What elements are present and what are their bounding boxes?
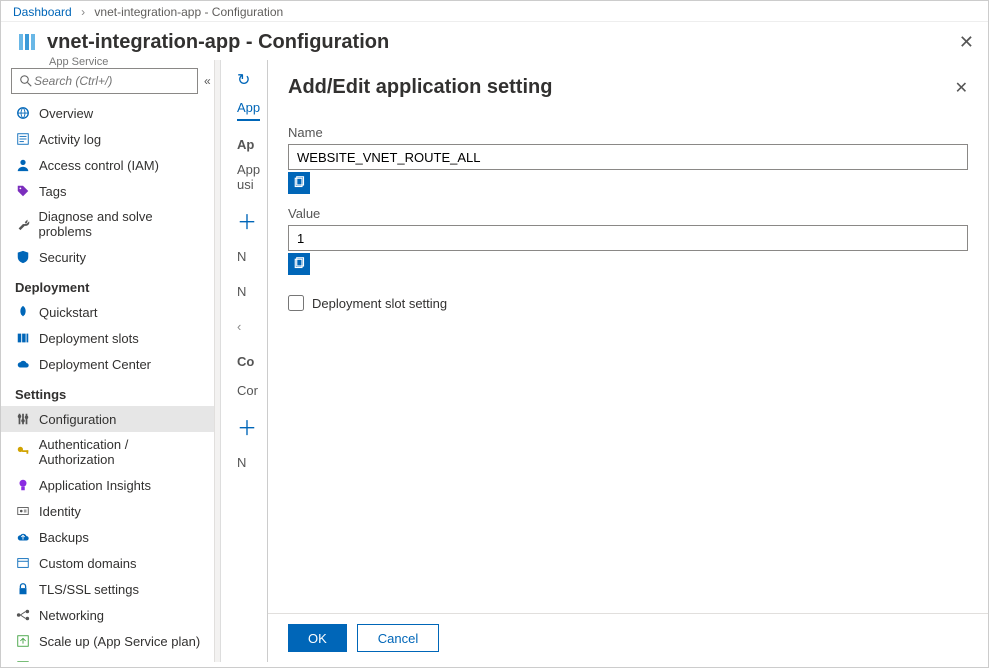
breadcrumb-separator-icon: › [81,5,85,19]
shield-icon [15,249,31,265]
sidebar-item-label: Backups [39,530,89,545]
sidebar-item-backups[interactable]: Backups [1,524,214,550]
sidebar-item-tags[interactable]: Tags [1,178,214,204]
sidebar-item-label: Scale out (App Service plan) [39,660,204,663]
sidebar-item-access-control-iam[interactable]: Access control (IAM) [1,152,214,178]
log-icon [15,131,31,147]
domain-icon [15,555,31,571]
tab-application-settings[interactable]: App [237,100,260,121]
sidebar-item-application-insights[interactable]: Application Insights [1,472,214,498]
sidebar-item-label: Quickstart [39,305,98,320]
section-deployment: Deployment [1,270,214,299]
sidebar-item-label: Custom domains [39,556,137,571]
rocket-icon [15,304,31,320]
copy-icon [293,176,305,191]
sidebar-item-diagnose-and-solve-problems[interactable]: Diagnose and solve problems [1,204,214,244]
setting-name-input[interactable] [288,144,968,170]
close-blade-icon[interactable]: ✕ [959,32,974,53]
search-box[interactable] [11,68,198,94]
name-label: Name [288,125,968,140]
lock-icon [15,581,31,597]
search-icon [18,73,34,89]
add-edit-panel: Add/Edit application setting ✕ Name Valu… [267,60,988,662]
sidebar-item-label: Identity [39,504,81,519]
page-title: vnet-integration-app - Configuration [47,31,389,54]
sidebar-item-overview[interactable]: Overview [1,100,214,126]
copy-icon [293,257,305,272]
tag-icon [15,183,31,199]
close-panel-icon[interactable]: ✕ [955,78,968,98]
key-icon [15,444,31,460]
globe-icon [15,105,31,121]
value-label: Value [288,206,968,221]
slot-setting-checkbox[interactable] [288,295,304,311]
ok-button[interactable]: OK [288,624,347,652]
sidebar-item-label: Activity log [39,132,101,147]
sidebar-item-custom-domains[interactable]: Custom domains [1,550,214,576]
id-icon [15,503,31,519]
copy-value-button[interactable] [288,253,310,275]
cloud-icon [15,356,31,372]
copy-name-button[interactable] [288,172,310,194]
sidebar-item-label: Scale up (App Service plan) [39,634,200,649]
refresh-icon[interactable]: ↻ [237,70,265,90]
panel-title: Add/Edit application setting [288,76,955,99]
breadcrumb-root[interactable]: Dashboard [13,5,72,19]
scaleout-icon [15,659,31,662]
setting-value-input[interactable] [288,225,968,251]
sidebar-item-label: Application Insights [39,478,151,493]
slot-setting-label: Deployment slot setting [312,296,447,311]
sidebar-item-deployment-center[interactable]: Deployment Center [1,351,214,377]
sidebar: « Overview Activity log Access control (IA… [1,60,215,662]
breadcrumb: Dashboard › vnet-integration-app - Confi… [1,1,988,22]
sidebar-item-label: TLS/SSL settings [39,582,139,597]
sidebar-item-tls-ssl-settings[interactable]: TLS/SSL settings [1,576,214,602]
sidebar-item-label: Security [39,250,86,265]
sidebar-item-networking[interactable]: Networking [1,602,214,628]
sidebar-item-label: Deployment slots [39,331,139,346]
sidebar-item-label: Authentication / Authorization [39,437,204,467]
scaleup-icon [15,633,31,649]
add-conn-icon[interactable]: ＋ [237,412,265,441]
search-input[interactable] [34,74,191,88]
sidebar-item-configuration[interactable]: Configuration [1,406,214,432]
sidebar-item-label: Tags [39,184,66,199]
person-icon [15,157,31,173]
sidebar-item-label: Networking [39,608,104,623]
backup-icon [15,529,31,545]
sidebar-item-label: Diagnose and solve problems [38,209,204,239]
sidebar-item-identity[interactable]: Identity [1,498,214,524]
add-setting-icon[interactable]: ＋ [237,206,265,235]
slots-icon [15,330,31,346]
sidebar-item-quickstart[interactable]: Quickstart [1,299,214,325]
cancel-button[interactable]: Cancel [357,624,439,652]
main-area: ↻ App Ap App usi ＋ N N ‹ Co Cor ＋ N Add/… [221,60,988,662]
sidebar-item-scale-out-app-service-plan[interactable]: Scale out (App Service plan) [1,654,214,662]
sidebar-item-label: Deployment Center [39,357,151,372]
sidebar-item-authentication-authorization[interactable]: Authentication / Authorization [1,432,214,472]
sidebar-item-activity-log[interactable]: Activity log [1,126,214,152]
app-service-icon [15,30,39,54]
collapse-sidebar-icon[interactable]: « [204,74,211,88]
insights-icon [15,477,31,493]
sidebar-item-scale-up-app-service-plan[interactable]: Scale up (App Service plan) [1,628,214,654]
wrench-icon [15,216,30,232]
sidebar-item-label: Overview [39,106,93,121]
breadcrumb-current: vnet-integration-app - Configuration [94,5,283,19]
section-settings: Settings [1,377,214,406]
sidebar-item-deployment-slots[interactable]: Deployment slots [1,325,214,351]
sliders-icon [15,411,31,427]
sidebar-item-label: Configuration [39,412,116,427]
sidebar-item-label: Access control (IAM) [39,158,159,173]
network-icon [15,607,31,623]
page-header: vnet-integration-app - Configuration App… [1,22,988,60]
sidebar-item-security[interactable]: Security [1,244,214,270]
